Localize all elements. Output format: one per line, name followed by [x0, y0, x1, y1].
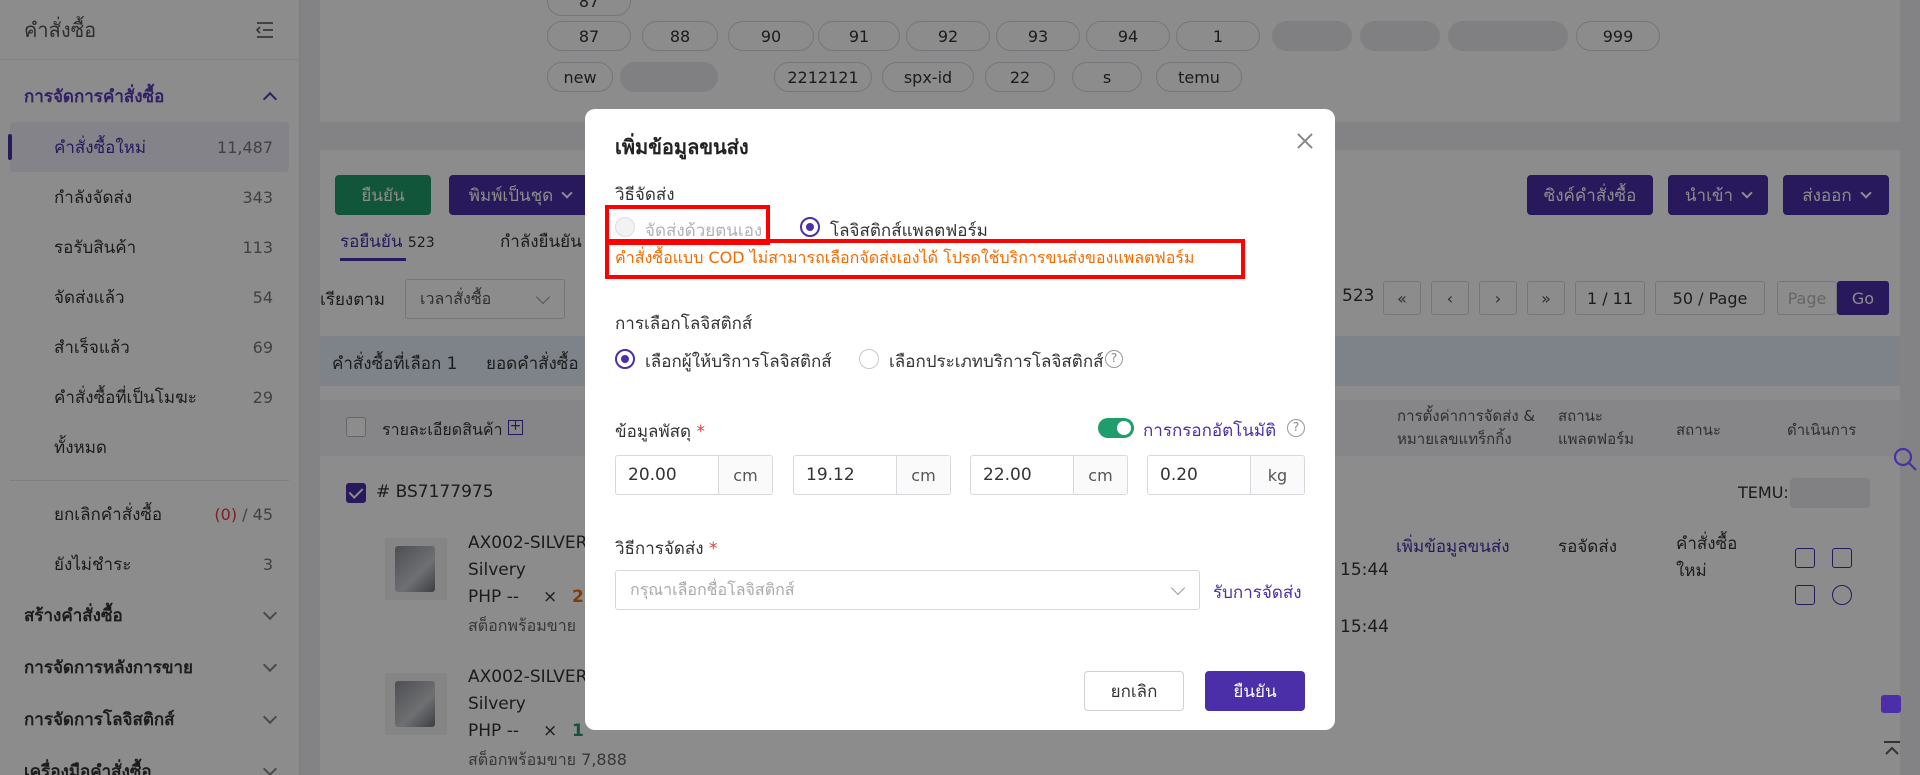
close-icon[interactable]: [1297, 133, 1313, 149]
height-value[interactable]: 22.00: [971, 456, 1073, 494]
shipping-method-text: วิธีการจัดส่ง: [615, 539, 704, 559]
parcel-info-text: ข้อมูลพัสดุ: [615, 422, 692, 442]
required-mark: *: [708, 539, 718, 559]
length-input[interactable]: 20.00 cm: [615, 455, 773, 495]
pickup-link[interactable]: รับการจัดส่ง: [1213, 579, 1302, 606]
chevron-down-icon: [1170, 580, 1186, 596]
width-input[interactable]: 19.12 cm: [793, 455, 951, 495]
help-icon[interactable]: ?: [1287, 419, 1305, 437]
confirm-button[interactable]: ยืนยัน: [1205, 671, 1305, 711]
length-unit: cm: [718, 456, 772, 494]
ship-method-label: วิธีจัดส่ง: [615, 185, 675, 205]
height-input[interactable]: 22.00 cm: [970, 455, 1128, 495]
width-value[interactable]: 19.12: [794, 456, 896, 494]
autofill-link[interactable]: การกรอกอัตโนมัติ: [1143, 417, 1276, 444]
shipping-method-label: วิธีการจัดส่ง *: [615, 535, 717, 562]
autofill-toggle[interactable]: [1098, 418, 1134, 438]
logistics-select[interactable]: กรุณาเลือกชื่อโลจิสติกส์: [615, 570, 1200, 610]
height-unit: cm: [1073, 456, 1127, 494]
choose-type-label: เลือกประเภทบริการโลจิสติกส์: [889, 352, 1104, 372]
required-mark: *: [696, 422, 705, 442]
choose-type-radio[interactable]: [859, 349, 879, 369]
weight-value[interactable]: 0.20: [1148, 456, 1250, 494]
width-unit: cm: [896, 456, 950, 494]
logistics-select-placeholder: กรุณาเลือกชื่อโลจิสติกส์: [630, 579, 795, 599]
cancel-button[interactable]: ยกเลิก: [1084, 671, 1184, 711]
modal-title: เพิ่มข้อมูลขนส่ง: [615, 135, 749, 159]
weight-unit: kg: [1250, 456, 1304, 494]
search-icon[interactable]: [1892, 446, 1918, 472]
platform-logistics-radio[interactable]: [800, 217, 820, 237]
chat-icon[interactable]: [1881, 695, 1901, 713]
add-shipping-modal: เพิ่มข้อมูลขนส่ง วิธีจัดส่ง จัดส่งด้วยตน…: [585, 109, 1335, 730]
choose-provider-label: เลือกผู้ให้บริการโลจิสติกส์: [645, 352, 832, 372]
weight-input[interactable]: 0.20 kg: [1147, 455, 1305, 495]
parcel-info-label: ข้อมูลพัสดุ *: [615, 418, 705, 445]
cod-warning-text: คำสั่งซื้อแบบ COD ไม่สามารถเลือกจัดส่งเอ…: [615, 248, 1195, 267]
length-value[interactable]: 20.00: [616, 456, 718, 494]
choose-provider-radio[interactable]: [615, 349, 635, 369]
help-icon[interactable]: ?: [1105, 350, 1123, 368]
back-to-top-icon[interactable]: [1882, 740, 1902, 760]
logistics-choice-label: การเลือกโลจิสติกส์: [615, 314, 753, 334]
